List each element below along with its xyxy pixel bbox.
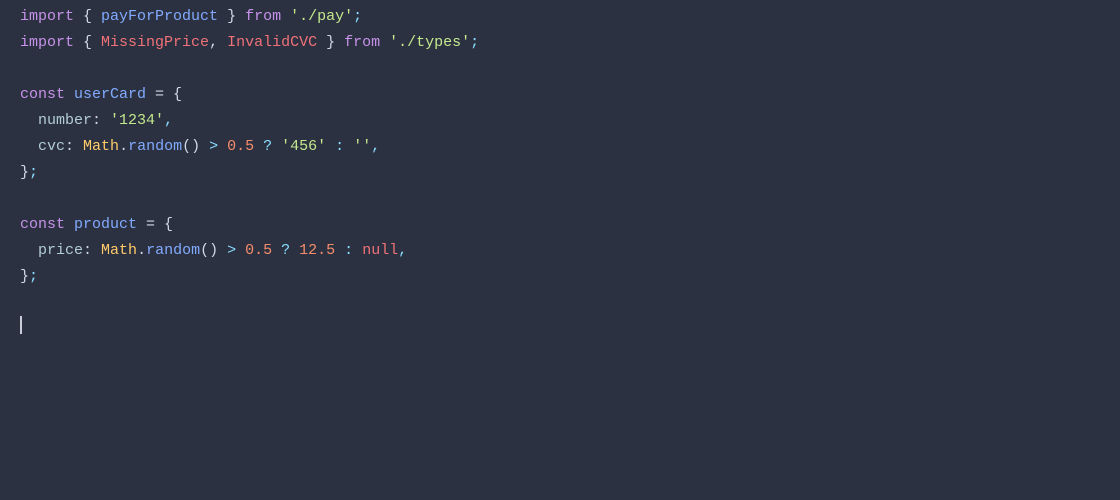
token-plain: }	[20, 160, 29, 186]
token-identifier: userCard	[74, 82, 146, 108]
token-semicolon: ;	[470, 30, 479, 56]
token-kw-from: from	[344, 30, 380, 56]
token-operator: >	[218, 238, 245, 264]
token-string: '456'	[281, 134, 326, 160]
token-operator: >	[200, 134, 227, 160]
token-string: ''	[353, 134, 371, 160]
token-operator: :	[326, 134, 353, 160]
code-line-3	[0, 56, 1120, 82]
code-line-13	[0, 316, 1120, 342]
token-semicolon: ;	[353, 4, 362, 30]
code-line-6: cvc: Math.random() > 0.5 ? '456' : '',	[0, 134, 1120, 160]
token-identifier: product	[74, 212, 137, 238]
code-line-11: };	[0, 264, 1120, 290]
token-plain	[65, 212, 74, 238]
token-property: price	[38, 238, 83, 264]
code-line-8	[0, 186, 1120, 212]
token-number-lit: 0.5	[227, 134, 254, 160]
token-math-obj: Math	[101, 238, 137, 264]
token-string: './pay'	[290, 4, 353, 30]
text-cursor	[20, 316, 22, 334]
token-identifier: payForProduct	[101, 4, 218, 30]
token-plain: {	[74, 30, 101, 56]
token-plain: :	[92, 108, 110, 134]
token-kw-from: from	[245, 4, 281, 30]
token-plain: {	[74, 4, 101, 30]
code-line-7: };	[0, 160, 1120, 186]
token-comma: ,	[164, 108, 173, 134]
code-line-1: import { payForProduct } from './pay';	[0, 4, 1120, 30]
token-plain: :	[65, 134, 83, 160]
token-plain	[20, 108, 38, 134]
token-operator: :	[335, 238, 362, 264]
token-kw-const: const	[20, 82, 65, 108]
token-null-kw: null	[362, 238, 398, 264]
token-semicolon: ;	[29, 160, 38, 186]
token-comma: ,	[371, 134, 380, 160]
token-plain: :	[83, 238, 101, 264]
token-plain	[281, 4, 290, 30]
token-property: number	[38, 108, 92, 134]
code-line-2: import { MissingPrice, InvalidCVC } from…	[0, 30, 1120, 56]
token-plain: }	[218, 4, 245, 30]
token-string: './types'	[389, 30, 470, 56]
token-plain	[20, 238, 38, 264]
token-number-lit: 0.5	[245, 238, 272, 264]
token-plain: = {	[137, 212, 173, 238]
token-operator: ?	[254, 134, 281, 160]
code-line-12	[0, 290, 1120, 316]
code-line-9: const product = {	[0, 212, 1120, 238]
token-plain: ()	[200, 238, 218, 264]
token-comma: ,	[398, 238, 407, 264]
token-random-fn: random	[146, 238, 200, 264]
token-plain	[380, 30, 389, 56]
token-math-obj: Math	[83, 134, 119, 160]
token-plain: ()	[182, 134, 200, 160]
token-random-fn: random	[128, 134, 182, 160]
code-line-4: const userCard = {	[0, 82, 1120, 108]
token-plain: = {	[146, 82, 182, 108]
code-line-10: price: Math.random() > 0.5 ? 12.5 : null…	[0, 238, 1120, 264]
token-identifier-err: MissingPrice	[101, 30, 209, 56]
token-plain	[20, 134, 38, 160]
token-semicolon: ;	[29, 264, 38, 290]
token-plain	[65, 82, 74, 108]
token-kw-const: const	[20, 212, 65, 238]
token-property: cvc	[38, 134, 65, 160]
token-kw-import: import	[20, 4, 74, 30]
code-line-5: number: '1234',	[0, 108, 1120, 134]
code-editor[interactable]: import { payForProduct } from './pay';im…	[0, 0, 1120, 500]
token-plain: .	[119, 134, 128, 160]
token-plain: }	[317, 30, 344, 56]
token-plain: }	[20, 264, 29, 290]
token-string: '1234'	[110, 108, 164, 134]
token-plain: ,	[209, 30, 227, 56]
token-operator: ?	[272, 238, 299, 264]
token-kw-import: import	[20, 30, 74, 56]
token-identifier-err: InvalidCVC	[227, 30, 317, 56]
token-plain: .	[137, 238, 146, 264]
token-number-lit: 12.5	[299, 238, 335, 264]
